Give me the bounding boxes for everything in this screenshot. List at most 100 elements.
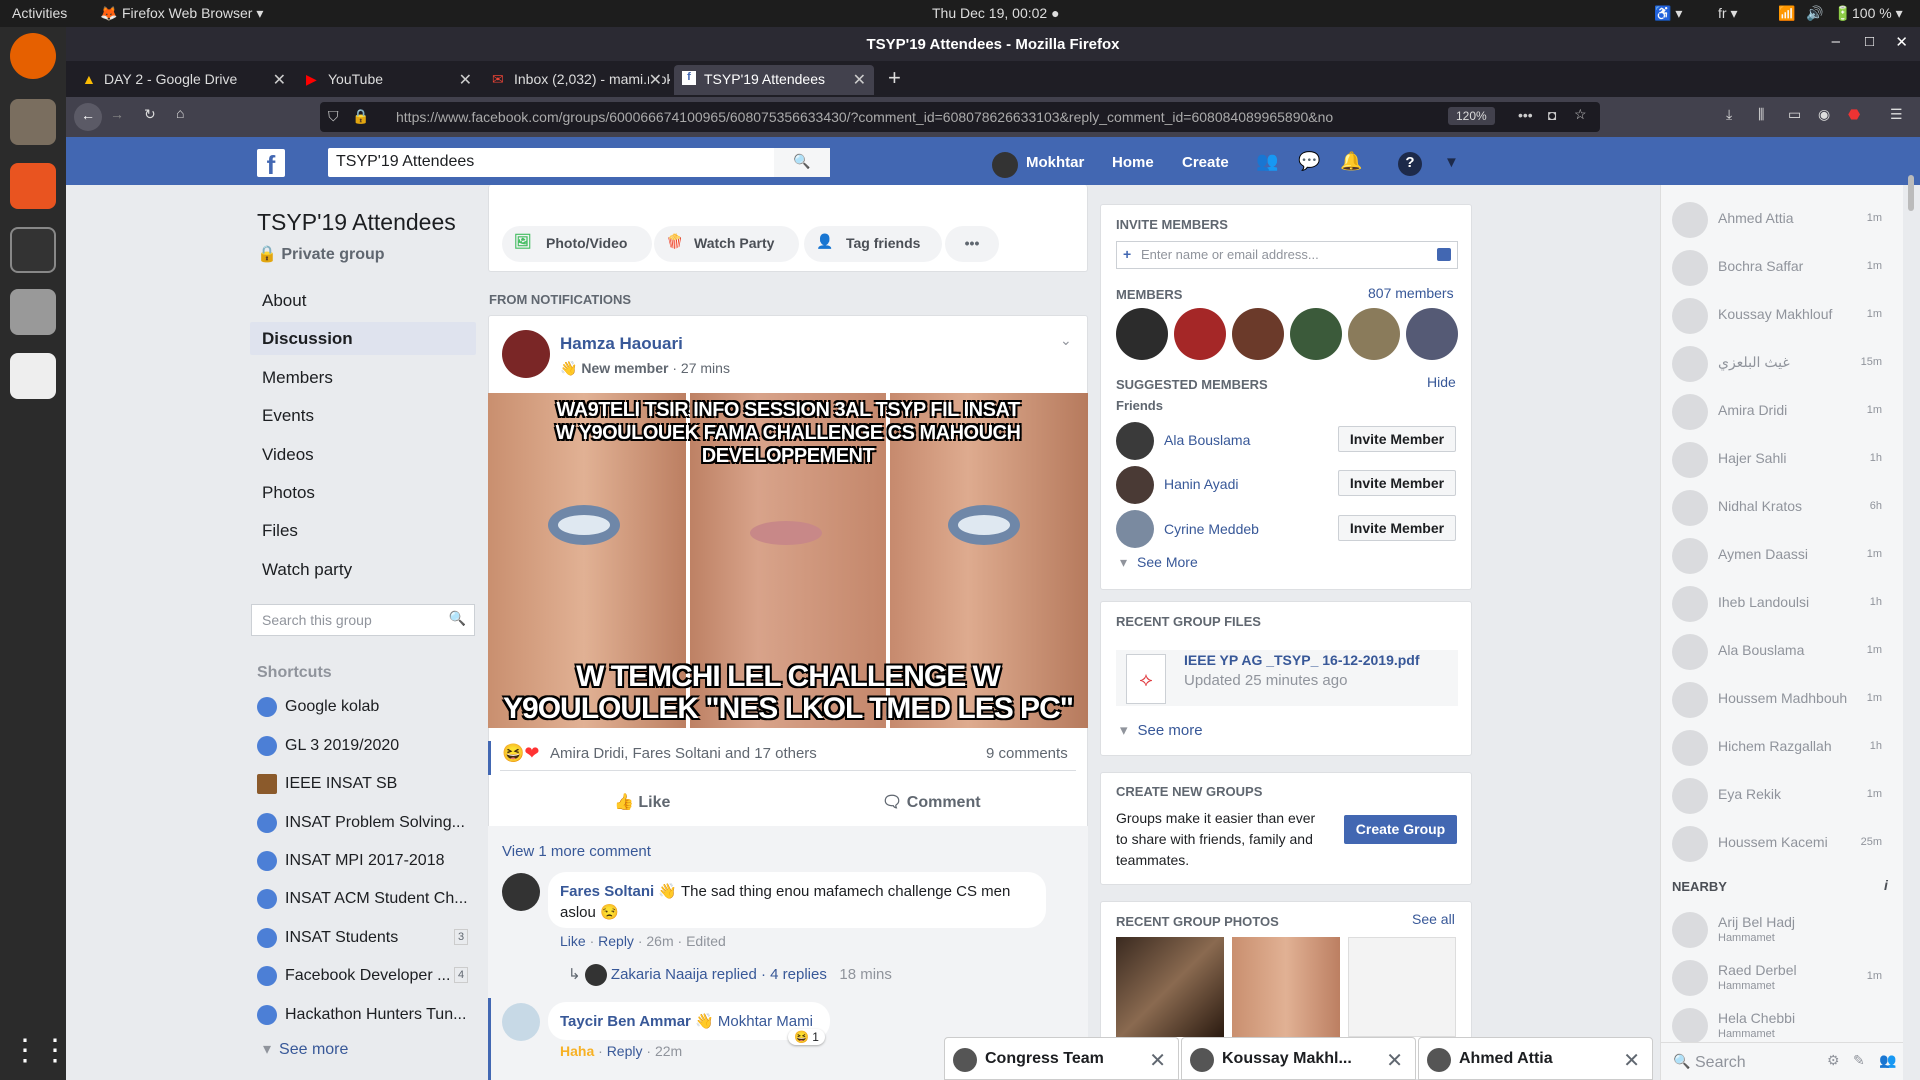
tab-gmail[interactable]: ✉ Inbox (2,032) - mami.mok ✕ (484, 65, 670, 95)
facebook-logo-icon[interactable]: f (257, 149, 285, 180)
commenter-avatar[interactable] (502, 1003, 540, 1041)
more-options-button[interactable]: ••• (945, 226, 999, 262)
comment-button[interactable]: 🗨 Comment (882, 792, 981, 812)
nav-members[interactable]: Members (250, 361, 476, 394)
volume-icon[interactable]: 🔊 (1806, 5, 1823, 22)
chat-contact[interactable]: Ahmed Attia 1m (1672, 200, 1892, 240)
files-icon[interactable] (10, 99, 56, 145)
nav-discussion[interactable]: Discussion (250, 322, 476, 355)
close-tab-icon[interactable]: ✕ (459, 70, 472, 90)
account-menu-icon[interactable]: ▼ (1444, 154, 1459, 171)
profile-avatar[interactable] (992, 152, 1018, 178)
help-icon[interactable]: ? (1398, 152, 1422, 176)
reaction-icons[interactable]: 😆❤ (502, 743, 540, 764)
shortcut-item[interactable]: Google kolab (257, 697, 379, 717)
comment-author[interactable]: Fares Soltani (560, 883, 654, 900)
chat-contact[interactable]: Bochra Saffar 1m (1672, 248, 1892, 288)
search-icon[interactable]: 🔍 (449, 610, 466, 627)
nav-events[interactable]: Events (250, 399, 476, 432)
member-avatar[interactable] (1174, 308, 1226, 360)
comment-author[interactable]: Taycir Ben Ammar (560, 1013, 691, 1030)
show-applications-icon[interactable]: ⋮⋮ (10, 1033, 70, 1079)
nav-about[interactable]: About (250, 284, 476, 317)
close-tab-icon[interactable]: ✕ (648, 70, 662, 90)
url-bar[interactable]: ⛉ 🔒 https://www.facebook.com/groups/6000… (320, 102, 1600, 132)
new-tab-icon[interactable]: + (888, 65, 901, 91)
comment-haha-link[interactable]: Haha (560, 1043, 594, 1059)
file-item[interactable]: ⟡ IEEE YP AG _TSYP_ 16-12-2019.pdf Updat… (1116, 650, 1458, 706)
create-link[interactable]: Create (1182, 154, 1229, 171)
create-group-button[interactable]: Create Group (1344, 815, 1457, 844)
page-actions-icon[interactable]: ••• (1518, 107, 1533, 123)
shortcuts-see-more[interactable]: ▾ See more (257, 1039, 348, 1059)
chat-search-bar[interactable]: 🔍 Search ⚙ ✎ 👥 (1661, 1042, 1903, 1080)
suggested-avatar[interactable] (1116, 422, 1154, 460)
invite-member-button[interactable]: Invite Member (1338, 515, 1456, 541)
camera-icon[interactable] (10, 289, 56, 335)
group-photo-thumb[interactable] (1232, 937, 1340, 1037)
photo-video-button[interactable]: 🖼 Photo/Video (502, 226, 652, 262)
url-text[interactable]: https://www.facebook.com/groups/60006667… (396, 109, 1396, 125)
create-group-chat-icon[interactable]: 👥 (1879, 1052, 1896, 1069)
nav-watch-party[interactable]: Watch party (250, 553, 476, 586)
zoom-indicator[interactable]: 120% (1448, 107, 1495, 125)
wifi-icon[interactable]: 📶 (1778, 5, 1795, 22)
profile-link[interactable]: Mokhtar (1026, 154, 1084, 171)
commenter-avatar[interactable] (502, 873, 540, 911)
home-link[interactable]: Home (1112, 154, 1154, 171)
group-title[interactable]: TSYP'19 Attendees (257, 209, 456, 236)
shield-icon[interactable]: ⛉ (328, 108, 339, 125)
adblock-icon[interactable]: ⬣ (1848, 106, 1860, 123)
chat-tab[interactable]: Congress Team ✕ (944, 1037, 1179, 1080)
chat-contact[interactable]: Houssem Kacemi 25m (1672, 824, 1892, 864)
suggested-name[interactable]: Cyrine Meddeb (1164, 521, 1259, 537)
member-avatar[interactable] (1232, 308, 1284, 360)
see-all-photos-link[interactable]: See all (1412, 911, 1455, 927)
software-center-icon[interactable] (10, 163, 56, 209)
post-meme-image[interactable]: WA9TELI TSIR INFO SESSION 3AL TSYP FIL I… (488, 393, 1088, 728)
chat-contact[interactable]: Iheb Landoulsi 1h (1672, 584, 1892, 624)
messenger-icon[interactable]: 💬 (1298, 151, 1320, 172)
chat-contact[interactable]: Amira Dridi 1m (1672, 392, 1892, 432)
suggested-name[interactable]: Hanin Ayadi (1164, 476, 1238, 492)
search-value[interactable]: TSYP'19 Attendees (336, 153, 474, 171)
file-name[interactable]: IEEE YP AG _TSYP_ 16-12-2019.pdf (1184, 652, 1420, 668)
chat-contact[interactable]: Ala Bouslama 1m (1672, 632, 1892, 672)
pocket-icon[interactable]: ◘ (1548, 107, 1556, 123)
terminal-icon[interactable] (10, 227, 56, 273)
compose-icon[interactable]: ✎ (1853, 1052, 1865, 1069)
suggested-avatar[interactable] (1116, 510, 1154, 548)
shortcut-item[interactable]: Facebook Developer ... (257, 966, 450, 986)
comment-time[interactable]: 26m (646, 933, 673, 949)
home-icon[interactable]: ⌂ (176, 105, 184, 121)
lock-icon[interactable]: 🔒 (352, 108, 369, 125)
nearby-contact[interactable]: Hela Chebbi Hammamet (1672, 1006, 1892, 1044)
back-icon[interactable]: ← (74, 103, 102, 131)
suggested-name[interactable]: Ala Bouslama (1164, 432, 1250, 448)
account-icon[interactable]: ◉ (1818, 106, 1830, 123)
tab-youtube[interactable]: ▶ YouTube ✕ (298, 65, 480, 95)
close-tab-icon[interactable]: ✕ (273, 70, 286, 90)
watch-party-button[interactable]: 🍿 Watch Party (654, 226, 799, 262)
nav-files[interactable]: Files (250, 514, 476, 547)
invite-member-button[interactable]: Invite Member (1338, 426, 1456, 452)
post-author[interactable]: Hamza Haouari (560, 334, 683, 354)
tab-google-drive[interactable]: ▲ DAY 2 - Google Drive ✕ (74, 65, 294, 95)
app-menu[interactable]: Firefox Web Browser ▾ (122, 5, 263, 22)
close-icon[interactable]: ✕ (1623, 1048, 1640, 1073)
close-icon[interactable]: ✕ (1149, 1048, 1166, 1073)
chat-contact[interactable]: غيث البلعزي 15m (1672, 344, 1892, 384)
tag-friends-button[interactable]: 👤 Tag friends (804, 226, 942, 262)
group-search-input[interactable]: Search this group 🔍 (251, 604, 475, 636)
members-count-link[interactable]: 807 members (1368, 285, 1454, 301)
suggested-avatar[interactable] (1116, 466, 1154, 504)
reactions-summary[interactable]: Amira Dridi, Fares Soltani and 17 others (550, 745, 817, 762)
tab-facebook[interactable]: f TSYP'19 Attendees ✕ (674, 65, 874, 95)
comment-reaction[interactable]: 😆 1 (788, 1029, 825, 1045)
downloads-icon[interactable]: ⤓ (1726, 106, 1732, 123)
gear-icon[interactable]: ⚙ (1827, 1052, 1840, 1069)
shortcut-item[interactable]: INSAT Students (257, 928, 398, 948)
chat-contact[interactable]: Eya Rekik 1m (1672, 776, 1892, 816)
comment-time[interactable]: 22m (655, 1043, 682, 1059)
maximize-icon[interactable]: □ (1865, 33, 1874, 50)
